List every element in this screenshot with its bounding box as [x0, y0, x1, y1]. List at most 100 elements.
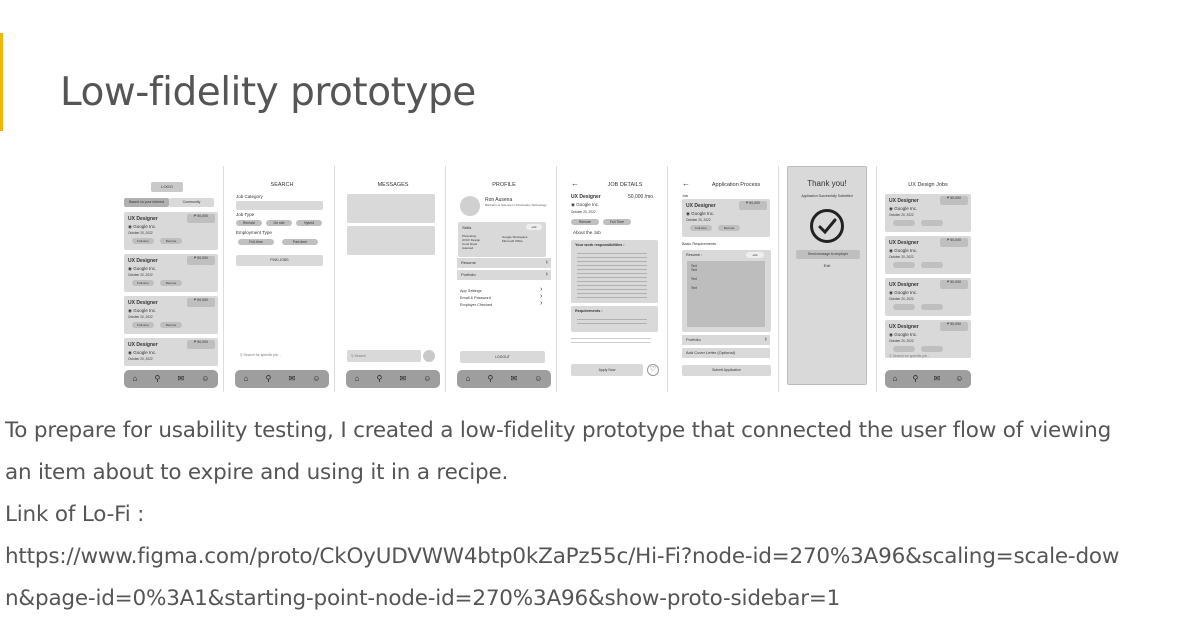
home-icon[interactable]: ⌂ — [244, 375, 249, 383]
search-header: SEARCH — [270, 182, 294, 188]
messages-search-input[interactable]: ⚲ Search — [347, 350, 421, 362]
chip-parttime[interactable]: Part-time — [282, 239, 318, 245]
date: October 20, 2022 — [889, 213, 914, 217]
submit-application-button[interactable]: Submit Application — [682, 365, 771, 376]
user-icon[interactable]: ☺ — [201, 375, 209, 383]
search-icon[interactable]: ⚲ — [487, 375, 493, 383]
back-arrow-icon[interactable]: ← — [571, 179, 579, 188]
basic-requirements-label: Basic Requirements — [682, 242, 716, 246]
job-card[interactable]: UX Designer ◉ Google Inc. October 20, 20… — [124, 296, 218, 334]
date: October 20, 2022 — [686, 218, 711, 222]
responsibilities-card: Your work responsibilities : — [571, 240, 658, 303]
message-icon[interactable]: ✉ — [288, 375, 295, 383]
bottom-nav: ⌂ ⚲ ✉ ☺ — [124, 370, 218, 388]
heart-icon[interactable]: ♡ — [647, 364, 659, 376]
find-jobs-button[interactable]: FIND JOBS — [236, 255, 323, 266]
search-icon[interactable]: ⚲ — [912, 375, 918, 383]
search-icon[interactable]: ⚲ — [376, 375, 382, 383]
tab-community[interactable]: Community — [169, 198, 214, 207]
logout-button[interactable]: LOGOUT — [460, 351, 545, 363]
home-icon[interactable]: ⌂ — [133, 375, 138, 383]
wireframe-application-process: ← Application Process Job UX Designer ◉ … — [674, 166, 779, 392]
tag — [921, 220, 943, 226]
tag-remote: Remote — [160, 238, 182, 244]
date: October 20, 2022 — [128, 231, 153, 235]
requirements-label: Requirements : — [575, 309, 603, 313]
home-icon[interactable]: ⌂ — [466, 375, 471, 383]
tag — [893, 346, 915, 352]
chip-remote[interactable]: Remote — [236, 220, 262, 226]
chevron-right-icon: › — [540, 286, 543, 293]
job-card[interactable]: UX Designer ◉ Google Inc. October 20, 20… — [885, 278, 971, 316]
tag-remote: Remote — [160, 280, 182, 286]
home-icon[interactable]: ⌂ — [893, 375, 898, 383]
edit-resume-button[interactable]: edit — [746, 252, 764, 258]
messages-header: MESSAGES — [377, 182, 409, 188]
employer-checked-link[interactable]: Employer Checked — [460, 303, 492, 307]
skills-card: Skills edit Photoshop UI/UX Design Corel… — [458, 222, 546, 257]
wireframe-search: SEARCH Job Category Job Type Remote On s… — [230, 166, 335, 392]
search-icon[interactable]: ⚲ — [154, 375, 160, 383]
tab-interest[interactable]: Based on your interest — [124, 198, 169, 207]
edit-skills-button[interactable]: edit — [526, 224, 542, 230]
job-card[interactable]: UX Designer ◉ Google Inc. October 20, 20… — [885, 236, 971, 274]
cover-letter-row[interactable]: Add Cover Letter (Optional) — [682, 348, 770, 358]
job-card[interactable]: UX Designer ◉ Google Inc. October 20, 20… — [124, 212, 218, 250]
job-card[interactable]: UX Designer ◉ Google Inc. October 20, 20… — [885, 320, 971, 358]
company: ◉ Google Inc. — [128, 350, 157, 355]
title-accent-bar — [0, 33, 3, 131]
message-thread[interactable] — [347, 226, 435, 255]
job-title: UX Designer — [889, 198, 919, 204]
tag — [893, 262, 915, 268]
chevron-right-icon: › — [545, 271, 548, 278]
search-input[interactable]: ⚲ Search for specific job... — [889, 354, 930, 358]
company: ◉ Google Inc. — [889, 332, 918, 337]
job-card[interactable]: UX Designer ◉ Google Inc. October 20, 20… — [124, 254, 218, 292]
wireframe-ux-jobs: UX Design Jobs UX Designer ◉ Google Inc.… — [876, 166, 979, 392]
job-label: Job — [682, 194, 689, 198]
tag-remote: Remote — [718, 225, 740, 231]
label-job-category: Job Category — [236, 194, 263, 199]
job-card[interactable]: UX Designer ◉ Google Inc. October 20, 20… — [885, 194, 971, 232]
user-icon[interactable]: ☺ — [534, 375, 542, 383]
job-category-field[interactable] — [236, 201, 323, 210]
app-settings-link[interactable]: App Settings — [460, 289, 482, 293]
figma-link[interactable]: https://www.figma.com/proto/CkOyUDVWW4bt… — [5, 536, 1177, 578]
search-icon[interactable]: ⚲ — [265, 375, 271, 383]
user-icon[interactable]: ☺ — [955, 375, 963, 383]
message-icon[interactable]: ✉ — [933, 375, 940, 383]
chip-onsite[interactable]: On site — [266, 220, 292, 226]
text: Text — [691, 268, 697, 272]
job-card: UX Designer ◉ Google Inc. October 20, 20… — [682, 199, 770, 237]
tag — [921, 346, 943, 352]
compose-icon[interactable] — [423, 350, 435, 362]
text-lines — [577, 317, 647, 327]
resume-row[interactable]: Resume › — [457, 258, 551, 268]
chip-hybrid[interactable]: Hybrid — [296, 220, 322, 226]
user-icon[interactable]: ☺ — [312, 375, 320, 383]
date: October 20, 2022 — [128, 315, 153, 319]
apply-now-button[interactable]: Apply Now — [571, 364, 643, 376]
job-card[interactable]: UX Designer ◉ Google Inc. October 20, 20… — [124, 338, 218, 366]
back-arrow-icon[interactable]: ← — [682, 179, 690, 188]
email-password-link[interactable]: Email & Password — [460, 296, 491, 300]
portfolio-row[interactable]: Portfolio › — [682, 335, 770, 345]
portfolio-row[interactable]: Portfolio › — [457, 270, 551, 280]
user-icon[interactable]: ☺ — [423, 375, 431, 383]
message-icon[interactable]: ✉ — [510, 375, 517, 383]
message-icon[interactable]: ✉ — [177, 375, 184, 383]
send-message-button[interactable]: Send message to employer — [796, 250, 860, 259]
message-icon[interactable]: ✉ — [399, 375, 406, 383]
salary-badge: ₱ 50,000 — [940, 280, 968, 289]
message-thread[interactable] — [347, 194, 435, 223]
figma-link-continued[interactable]: n&page-id=0%3A1&starting-point-node-id=2… — [5, 578, 1177, 620]
date: October 20, 2022 — [889, 255, 914, 259]
tag — [893, 304, 915, 310]
text-lines — [577, 251, 647, 299]
home-icon[interactable]: ⌂ — [355, 375, 360, 383]
search-input[interactable]: ⚲ Search for specific job... — [240, 353, 281, 357]
chip-fulltime[interactable]: Full-time — [238, 239, 274, 245]
wireframe-messages: MESSAGES ⚲ Search ⌂ ⚲ ✉ ☺ — [341, 166, 446, 392]
ux-jobs-header: UX Design Jobs — [908, 182, 948, 188]
exit-link[interactable]: Exit — [788, 263, 866, 268]
